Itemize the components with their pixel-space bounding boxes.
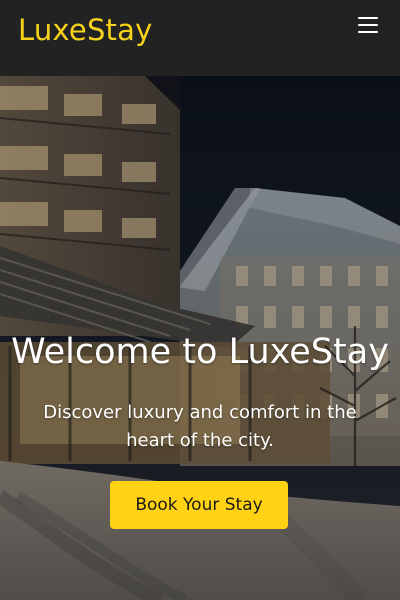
hamburger-menu-icon[interactable] — [354, 14, 382, 36]
menu-bar-bottom — [358, 31, 378, 33]
book-your-stay-button[interactable]: Book Your Stay — [110, 481, 288, 529]
brand-logo-link[interactable]: LuxeStay — [18, 12, 152, 48]
page: LuxeStay Welcome to LuxeStay Discover lu… — [0, 0, 400, 600]
menu-bar-middle — [358, 24, 378, 26]
hero-section: Welcome to LuxeStay Discover luxury and … — [0, 76, 400, 600]
hero-subtitle: Discover luxury and comfort in the heart… — [43, 402, 357, 451]
hero-title: Welcome to LuxeStay — [11, 332, 389, 372]
navbar: LuxeStay — [0, 0, 400, 76]
menu-bar-top — [358, 17, 378, 19]
